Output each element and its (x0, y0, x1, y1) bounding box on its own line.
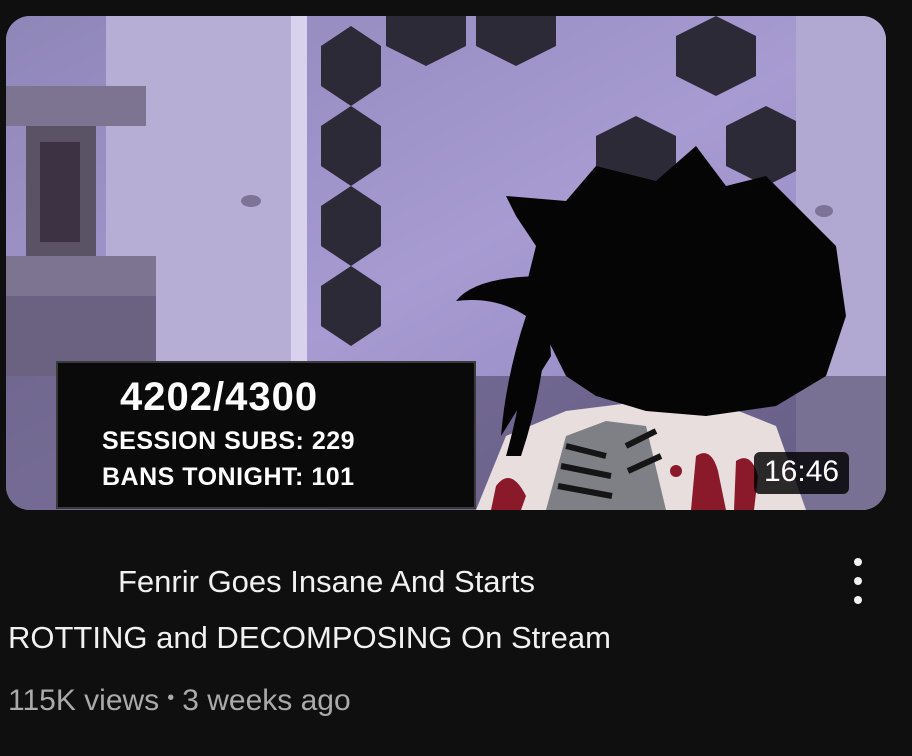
meta-separator: • (167, 687, 175, 709)
video-thumbnail[interactable]: 4202/4300 SESSION SUBS: 229 BANS TONIGHT… (6, 16, 886, 510)
more-vertical-icon[interactable] (842, 556, 874, 606)
video-metadata: 115K views • 3 weeks ago (8, 684, 351, 718)
video-title-line-1[interactable]: Fenrir Goes Insane And Starts (8, 554, 808, 610)
stream-stats-overlay: 4202/4300 SESSION SUBS: 229 BANS TONIGHT… (56, 361, 476, 509)
video-duration-badge: 16:46 (754, 452, 850, 494)
session-subs-label: SESSION SUBS: 229 (102, 427, 356, 455)
bans-tonight-label: BANS TONIGHT: 101 (102, 463, 355, 491)
sub-goal-counter: 4202/4300 (120, 375, 319, 419)
video-title-line-2[interactable]: ROTTING and DECOMPOSING On Stream (8, 610, 808, 666)
video-title[interactable]: Fenrir Goes Insane And Starts ROTTING an… (8, 554, 808, 666)
view-count: 115K views (8, 684, 160, 717)
upload-age: 3 weeks ago (182, 684, 351, 717)
